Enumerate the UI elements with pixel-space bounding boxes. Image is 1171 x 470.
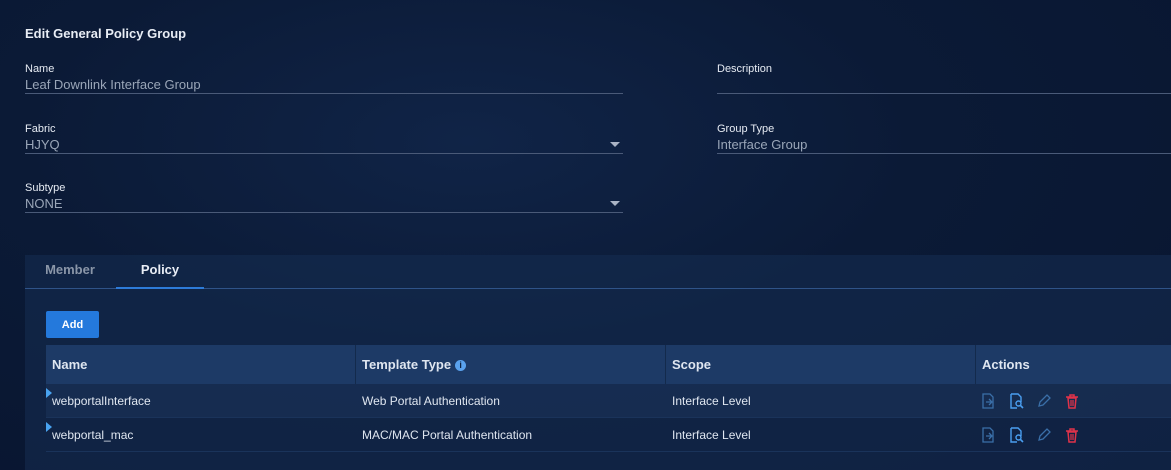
group-type-underline <box>717 153 1171 154</box>
policy-table: Name Template Type i Scope Actions webpor… <box>46 345 1171 452</box>
table-row[interactable]: webportal_mac MAC/MAC Portal Authenticat… <box>46 418 1171 452</box>
group-type-value: Interface Group <box>717 137 808 152</box>
subtype-value: NONE <box>25 196 63 211</box>
cell-template-type: Web Portal Authentication <box>362 394 500 408</box>
chevron-down-icon[interactable] <box>610 142 620 147</box>
description-underline <box>717 93 1171 94</box>
column-header-scope: Scope <box>666 345 976 384</box>
cell-scope: Interface Level <box>672 428 751 442</box>
subtype-label: Subtype <box>25 182 66 194</box>
tab-member[interactable]: Member <box>25 255 115 289</box>
cell-template-type: MAC/MAC Portal Authentication <box>362 428 533 442</box>
page-title: Edit General Policy Group <box>25 26 187 41</box>
subtype-select[interactable]: Subtype NONE <box>25 182 623 222</box>
fabric-select[interactable]: Fabric HJYQ <box>25 123 623 163</box>
fabric-underline <box>25 153 623 154</box>
column-header-name: Name <box>46 345 356 384</box>
cell-scope: Interface Level <box>672 394 751 408</box>
policy-panel: Member Policy Add Name Template Type i Sc… <box>25 255 1171 470</box>
trash-icon[interactable] <box>1064 427 1080 443</box>
table-body: webportalInterface Web Portal Authentica… <box>46 384 1171 452</box>
trash-icon[interactable] <box>1064 393 1080 409</box>
column-header-template-type-label: Template Type <box>362 357 452 372</box>
name-underline <box>25 93 623 94</box>
tab-policy[interactable]: Policy <box>116 255 204 289</box>
chevron-down-icon[interactable] <box>610 201 620 206</box>
search-document-icon[interactable] <box>1008 393 1024 409</box>
cell-name: webportalInterface <box>52 394 151 408</box>
group-type-field: Group Type Interface Group <box>717 123 1171 163</box>
edit-pencil-icon[interactable] <box>1036 393 1052 409</box>
name-field[interactable]: Name Leaf Downlink Interface Group <box>25 63 623 103</box>
info-icon[interactable]: i <box>455 360 467 372</box>
description-label: Description <box>717 63 773 75</box>
fabric-label: Fabric <box>25 123 56 135</box>
tab-bar: Member Policy <box>25 255 1171 289</box>
search-document-icon[interactable] <box>1008 427 1024 443</box>
column-header-template-type: Template Type i <box>356 345 666 384</box>
edit-pencil-icon[interactable] <box>1036 427 1052 443</box>
add-button[interactable]: Add <box>46 311 99 338</box>
subtype-underline <box>25 212 623 213</box>
group-type-label: Group Type <box>717 123 775 135</box>
column-header-actions: Actions <box>982 357 1030 372</box>
table-header: Name Template Type i Scope Actions <box>46 345 1171 384</box>
file-export-icon[interactable] <box>980 427 996 443</box>
name-label: Name <box>25 63 55 75</box>
description-field[interactable]: Description <box>717 63 1171 103</box>
name-input[interactable]: Leaf Downlink Interface Group <box>25 77 201 92</box>
file-export-icon[interactable] <box>980 393 996 409</box>
table-row[interactable]: webportalInterface Web Portal Authentica… <box>46 384 1171 418</box>
cell-name: webportal_mac <box>52 428 134 442</box>
fabric-value: HJYQ <box>25 137 60 152</box>
